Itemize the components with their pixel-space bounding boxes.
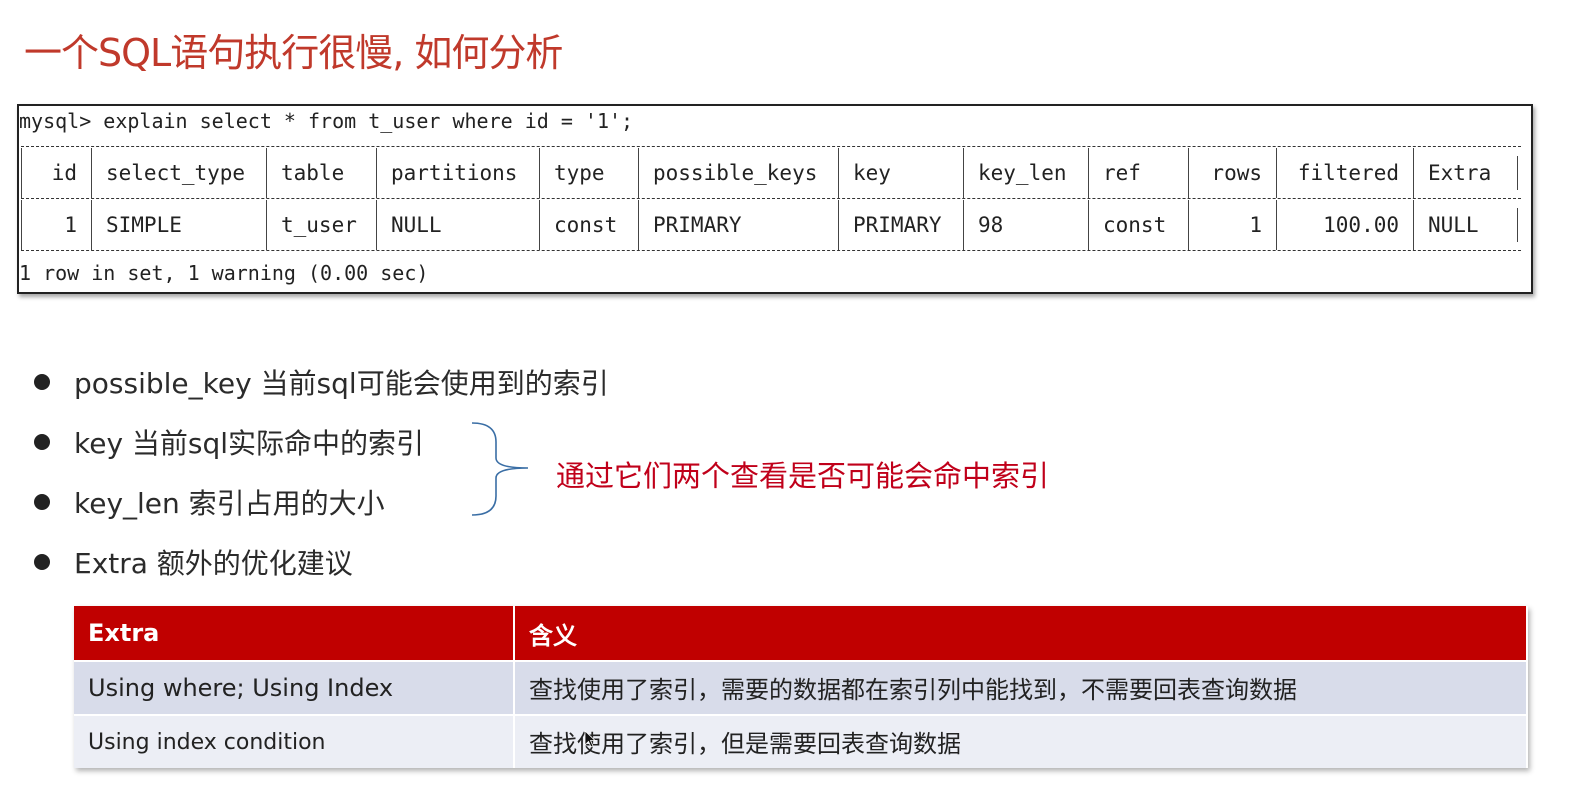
table-cell: Using index condition bbox=[74, 714, 515, 768]
header-cell: rows bbox=[1188, 148, 1276, 198]
table-header-cell: 含义 bbox=[515, 606, 1528, 660]
data-cell: const bbox=[1088, 200, 1188, 250]
annotation-note: 通过它们两个查看是否可能会命中索引 bbox=[556, 459, 1050, 493]
header-cell: Extra bbox=[1413, 148, 1517, 198]
table-cell: 查找使用了索引，需要的数据都在索引列中能找到，不需要回表查询数据 bbox=[515, 660, 1528, 714]
bullet-dot-icon bbox=[34, 374, 50, 390]
bullet-dot-icon bbox=[34, 494, 50, 510]
terminal-header-row: id select_type table partitions type pos… bbox=[19, 148, 1531, 198]
mouse-cursor-icon bbox=[584, 730, 596, 748]
data-cell: SIMPLE bbox=[91, 200, 266, 250]
header-cell: type bbox=[539, 148, 638, 198]
separator-line bbox=[21, 146, 1521, 147]
terminal-data-row: 1 SIMPLE t_user NULL const PRIMARY PRIMA… bbox=[19, 200, 1531, 250]
bullet-item: key_len 索引占用的大小 bbox=[34, 482, 385, 522]
header-cell: key_len bbox=[963, 148, 1088, 198]
data-cell: NULL bbox=[376, 200, 539, 250]
table-cell: Using where; Using Index bbox=[74, 660, 515, 714]
data-cell: 98 bbox=[963, 200, 1088, 250]
header-cell: table bbox=[266, 148, 376, 198]
header-cell: select_type bbox=[91, 148, 266, 198]
bullet-text: Extra 额外的优化建议 bbox=[74, 547, 353, 580]
extra-table: Extra 含义 Using where; Using Index 查找使用了索… bbox=[74, 606, 1528, 768]
bullet-item: possible_key 当前sql可能会使用到的索引 bbox=[34, 362, 609, 402]
bullet-text: key_len 索引占用的大小 bbox=[74, 487, 385, 520]
column-border bbox=[1517, 156, 1518, 190]
table-cell: 查找使用了索引，但是需要回表查询数据 bbox=[515, 714, 1528, 768]
mysql-terminal: mysql> explain select * from t_user wher… bbox=[17, 104, 1533, 294]
bullet-item: Extra 额外的优化建议 bbox=[34, 542, 353, 582]
right-brace-icon bbox=[471, 422, 529, 516]
data-cell: PRIMARY bbox=[838, 200, 963, 250]
header-cell: possible_keys bbox=[638, 148, 838, 198]
header-cell: ref bbox=[1088, 148, 1188, 198]
column-border bbox=[1517, 208, 1518, 242]
header-cell: partitions bbox=[376, 148, 539, 198]
data-cell: const bbox=[539, 200, 638, 250]
data-cell: NULL bbox=[1413, 200, 1517, 250]
table-header-cell: Extra bbox=[74, 606, 515, 660]
table-row: Using where; Using Index 查找使用了索引，需要的数据都在… bbox=[74, 660, 1528, 714]
bullet-item: key 当前sql实际命中的索引 bbox=[34, 422, 424, 462]
header-cell: key bbox=[838, 148, 963, 198]
bullet-dot-icon bbox=[34, 434, 50, 450]
data-cell: PRIMARY bbox=[638, 200, 838, 250]
header-cell: filtered bbox=[1276, 148, 1413, 198]
header-cell: id bbox=[21, 148, 91, 198]
table-header-row: Extra 含义 bbox=[74, 606, 1528, 660]
separator-line bbox=[21, 198, 1521, 199]
terminal-footer: 1 row in set, 1 warning (0.00 sec) bbox=[19, 261, 429, 285]
bullet-dot-icon bbox=[34, 554, 50, 570]
bullet-text: key 当前sql实际命中的索引 bbox=[74, 427, 425, 460]
data-cell: 1 bbox=[1188, 200, 1276, 250]
separator-line bbox=[21, 250, 1521, 251]
bullet-text: possible_key 当前sql可能会使用到的索引 bbox=[74, 367, 609, 400]
data-cell: 1 bbox=[21, 200, 91, 250]
page-title: 一个SQL语句执行很慢, 如何分析 bbox=[24, 31, 563, 75]
data-cell: 100.00 bbox=[1276, 200, 1413, 250]
table-row: Using index condition 查找使用了索引，但是需要回表查询数据 bbox=[74, 714, 1528, 768]
terminal-command: mysql> explain select * from t_user wher… bbox=[19, 109, 634, 133]
data-cell: t_user bbox=[266, 200, 376, 250]
